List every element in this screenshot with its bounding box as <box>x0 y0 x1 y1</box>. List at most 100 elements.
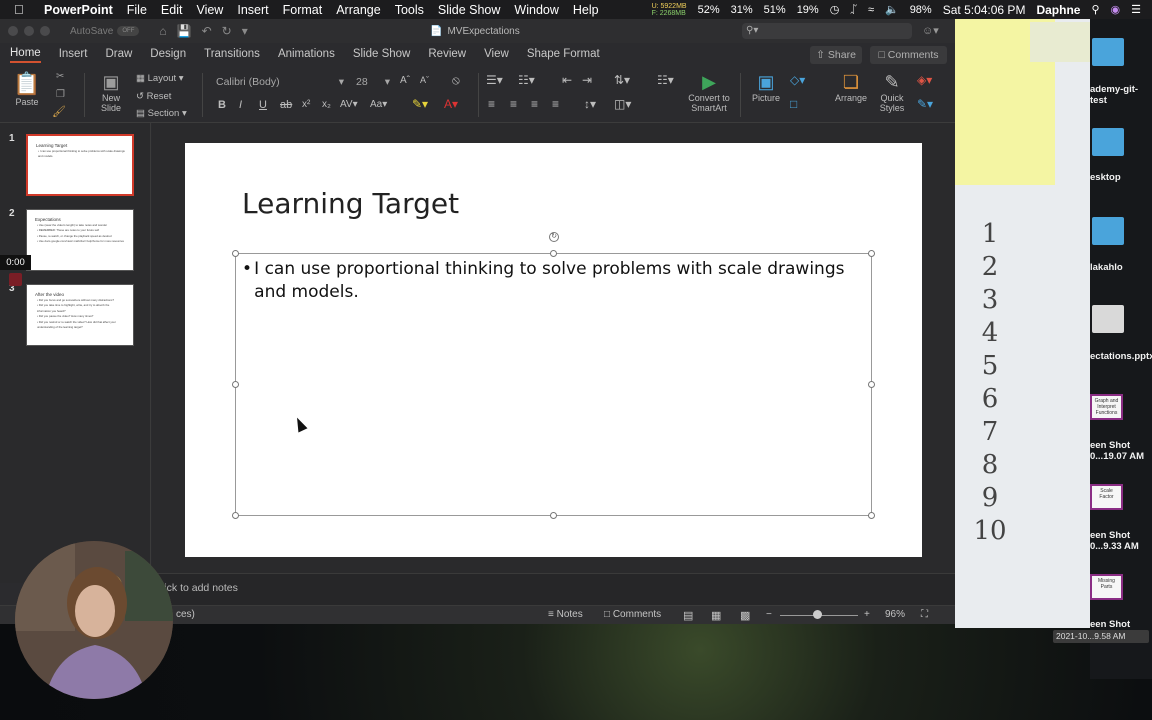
file-thumbnail-icon[interactable] <box>1092 305 1124 333</box>
slide-title[interactable]: Learning Target <box>242 187 459 220</box>
convert-smartart-button[interactable]: ▶ Convert to SmartArt <box>686 71 732 113</box>
screenshot-thumbnail[interactable]: Graph and Interpret Functions <box>1090 394 1123 420</box>
save-icon[interactable]: 💾 <box>177 24 192 38</box>
siri-icon[interactable]: ◉ <box>1111 3 1121 16</box>
align-right-icon[interactable]: ≡ <box>531 97 538 111</box>
cpu-readout-4[interactable]: 19% <box>797 4 819 16</box>
desktop-item-label[interactable]: ectations.pptx <box>1090 351 1152 362</box>
numbering-icon[interactable]: ☷▾ <box>518 73 535 87</box>
app-menu[interactable]: PowerPoint <box>44 3 113 17</box>
text-box-icon[interactable]: □ <box>790 97 797 111</box>
desktop-item-label[interactable]: een Shot <box>1090 619 1152 630</box>
folder-icon[interactable] <box>1092 38 1124 66</box>
reset-button[interactable]: ↺ Reset <box>136 91 171 102</box>
zoom-window-button[interactable] <box>40 26 50 36</box>
battery-percent[interactable]: 98% <box>910 4 932 16</box>
menu-slide-show[interactable]: Slide Show <box>438 3 501 17</box>
tab-shape-format[interactable]: Shape Format <box>527 48 600 62</box>
comments-toggle[interactable]: □ Comments <box>604 609 661 620</box>
superscript-icon[interactable]: x² <box>302 99 310 110</box>
align-left-icon[interactable]: ≡ <box>488 97 495 111</box>
zoom-level[interactable]: 96% <box>885 609 905 620</box>
decrease-indent-icon[interactable]: ⇤ <box>562 73 572 87</box>
slide-sorter-icon[interactable]: ▦ <box>711 609 721 622</box>
record-stop-button[interactable] <box>9 273 22 286</box>
tab-home[interactable]: Home <box>10 47 41 63</box>
tab-slide-show[interactable]: Slide Show <box>353 48 411 62</box>
time-machine-icon[interactable]: ◷ <box>830 3 840 16</box>
increase-indent-icon[interactable]: ⇥ <box>582 73 592 87</box>
comments-button[interactable]: □ Comments <box>870 46 947 64</box>
wifi-icon[interactable]: ≈ <box>868 4 874 16</box>
redo-icon[interactable]: ↻ <box>222 24 232 38</box>
menu-help[interactable]: Help <box>573 3 599 17</box>
clock[interactable]: Sat 5:04:06 PM <box>943 3 1026 17</box>
apple-icon[interactable]:  <box>14 2 34 17</box>
screenshot-thumbnail[interactable]: Scale Factor <box>1090 484 1123 510</box>
slide-thumbnail-2[interactable]: Expectations • Use (wear the video's len… <box>26 209 134 271</box>
resize-handle[interactable] <box>232 250 239 257</box>
folder-icon[interactable] <box>1092 217 1124 245</box>
picture-button[interactable]: ▣ Picture <box>748 71 784 103</box>
desktop-item-label[interactable]: een Shot 0...19.07 AM <box>1090 440 1152 462</box>
resize-handle[interactable] <box>232 512 239 519</box>
character-spacing-icon[interactable]: AV▾ <box>340 99 358 110</box>
section-button[interactable]: ▤ Section ▾ <box>136 108 187 119</box>
resize-handle[interactable] <box>232 381 239 388</box>
cpu-readout-3[interactable]: 51% <box>764 4 786 16</box>
home-icon[interactable]: ⌂ <box>159 24 166 38</box>
presenter-view-icon[interactable]: ▩ <box>740 609 750 622</box>
memory-monitor[interactable]: U: 5922MB F: 2268MB <box>652 3 687 17</box>
shape-fill-icon[interactable]: ◈▾ <box>917 73 932 87</box>
notes-pane[interactable]: lick to add notes <box>152 573 955 606</box>
spotlight-icon[interactable]: ⚲ <box>1091 3 1099 16</box>
screenshot-thumbnail[interactable]: Missing Parts <box>1090 574 1123 600</box>
zoom-in-icon[interactable]: + <box>864 609 870 620</box>
align-center-icon[interactable]: ≡ <box>510 97 517 111</box>
zoom-slider-thumb[interactable] <box>813 610 822 619</box>
font-color-icon[interactable]: A▾ <box>444 97 458 111</box>
tab-draw[interactable]: Draw <box>105 48 132 62</box>
text-direction-icon[interactable]: ↕▾ <box>584 97 596 111</box>
cpu-readout-1[interactable]: 52% <box>698 4 720 16</box>
resize-handle[interactable] <box>550 250 557 257</box>
underline-icon[interactable]: U <box>259 99 267 111</box>
menu-format[interactable]: Format <box>283 3 323 17</box>
new-slide-button[interactable]: ▣ New Slide <box>94 71 128 113</box>
strikethrough-icon[interactable]: ab <box>280 99 292 111</box>
resize-handle[interactable] <box>868 381 875 388</box>
bullet-item[interactable]: • I can use proportional thinking to sol… <box>242 258 862 304</box>
decrease-font-size-icon[interactable]: Aˇ <box>420 75 429 85</box>
resize-handle[interactable] <box>868 512 875 519</box>
menu-edit[interactable]: Edit <box>161 3 183 17</box>
change-case-icon[interactable]: Aa▾ <box>370 99 387 110</box>
rotate-handle-icon[interactable]: ↻ <box>549 232 559 242</box>
customize-toolbar-icon[interactable]: ▾ <box>242 24 248 38</box>
font-size-select[interactable]: 28 ▾ <box>352 73 392 91</box>
desktop-item-label[interactable]: ademy-git-test <box>1090 84 1152 106</box>
feedback-smile-icon[interactable]: ☺▾ <box>922 24 939 37</box>
language-status[interactable]: ces) <box>176 609 195 620</box>
tab-insert[interactable]: Insert <box>59 48 88 62</box>
tab-design[interactable]: Design <box>150 48 186 62</box>
shape-outline-icon[interactable]: ✎▾ <box>917 97 933 111</box>
desktop-item-label[interactable]: lakahlo <box>1090 262 1152 273</box>
highlight-icon[interactable]: ✎▾ <box>412 97 428 111</box>
subscript-icon[interactable]: x₂ <box>322 99 331 110</box>
slide-thumbnail-3[interactable]: After the video • Did you focus and go s… <box>26 284 134 346</box>
menu-window[interactable]: Window <box>514 3 558 17</box>
tab-animations[interactable]: Animations <box>278 48 335 62</box>
clear-formatting-icon[interactable]: ⦸ <box>452 73 460 88</box>
menu-insert[interactable]: Insert <box>237 3 268 17</box>
menu-file[interactable]: File <box>127 3 147 17</box>
cpu-readout-2[interactable]: 31% <box>731 4 753 16</box>
line-spacing-icon[interactable]: ⇅▾ <box>614 73 630 87</box>
copy-icon[interactable]: ❐ <box>56 89 65 100</box>
bullets-icon[interactable]: ☰▾ <box>486 73 503 87</box>
share-button[interactable]: ⇧ Share <box>810 46 862 64</box>
tab-view[interactable]: View <box>484 48 509 62</box>
increase-font-size-icon[interactable]: Aˆ <box>400 75 410 86</box>
font-family-select[interactable]: Calibri (Body) ▾ <box>210 73 348 91</box>
control-center-icon[interactable]: ☰ <box>1131 3 1141 16</box>
shapes-icon[interactable]: ◇▾ <box>790 73 805 87</box>
